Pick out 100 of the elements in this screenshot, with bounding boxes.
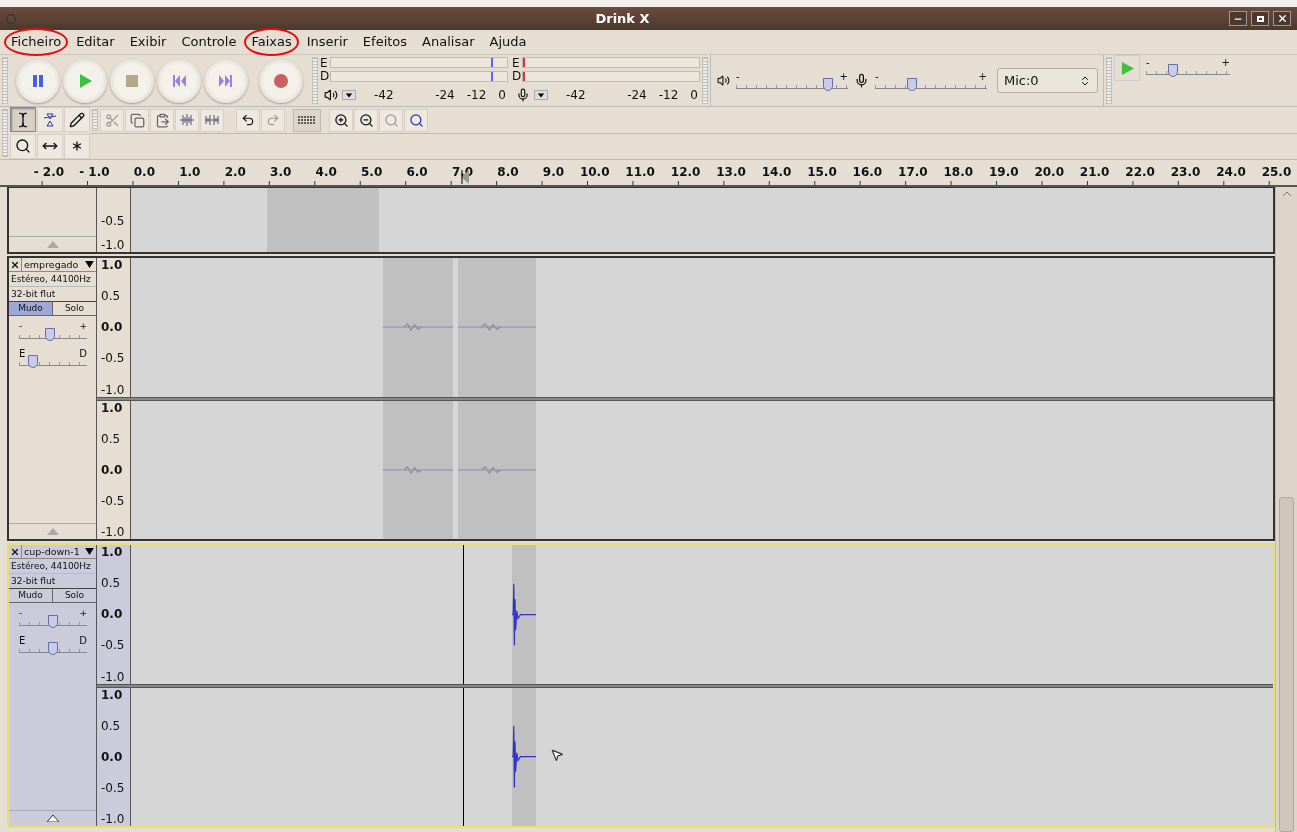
time-label: 20.0 [1034,166,1064,178]
toolbar-grip[interactable] [312,57,318,104]
toolbar-grip[interactable] [2,109,8,157]
skip-to-start-button[interactable] [157,58,201,103]
menu-item[interactable]: Faixas [244,28,299,56]
slider-min-label: - [19,322,23,331]
slider-thumb[interactable] [48,615,58,628]
tool-button[interactable] [37,133,63,159]
maximize-button[interactable] [1251,11,1269,26]
microphone-icon [854,73,869,88]
audio-clip[interactable] [267,188,379,252]
toolbar-grip[interactable] [1106,57,1112,104]
mute-button[interactable]: Mudo [9,589,53,603]
minimize-button[interactable] [1229,11,1247,26]
tool-button[interactable] [64,133,90,159]
track-name-menu[interactable]: empregado [22,258,96,271]
toolbar-grip[interactable] [92,109,98,131]
undo-button[interactable] [236,108,260,132]
play-icon [77,72,93,89]
slider-max-label: D [79,349,87,358]
menu-item[interactable]: Editar [69,28,122,56]
menu-item[interactable]: Efeitos [355,28,415,56]
slider-track[interactable] [875,81,987,89]
time-label: 17.0 [898,166,928,178]
slider-thumb[interactable] [1167,64,1178,77]
time-label: 12.0 [670,166,701,178]
slider-max-label: + [79,609,87,618]
edit-tool-button[interactable] [200,108,224,132]
menu-item[interactable]: Analisar [415,28,482,56]
slider-min-label: - [1146,58,1150,67]
toolbar-grip[interactable] [2,57,8,104]
dropdown-arrow-icon [342,90,356,101]
skip-to-end-button[interactable] [204,58,248,103]
play-at-speed-button[interactable] [1114,55,1140,81]
time-label: 1.0 [179,166,201,178]
close-button[interactable] [1273,11,1291,26]
menu-item[interactable]: Exibir [122,28,174,56]
scrollbar-thumb[interactable] [1279,497,1294,832]
amplitude-label: 0.0 [101,750,124,763]
input-device-select[interactable]: Mic:0 [997,68,1098,93]
track-format: Estéreo, 44100Hz [9,272,96,287]
slider-thumb[interactable] [822,78,833,91]
maximize-icon [1256,15,1264,22]
audio-clip[interactable] [383,400,453,539]
menu-item[interactable]: Ajuda [482,28,534,56]
magnifier-icon [408,112,424,128]
mute-button[interactable]: Mudo [9,302,53,316]
menu-item[interactable]: Ficheiro [4,28,69,56]
stop-button[interactable] [110,58,154,103]
solo-button[interactable]: Solo [53,589,96,603]
amplitude-label: -1.0 [101,813,126,825]
play-icon [1119,60,1135,76]
window-menu-icon[interactable] [6,13,16,24]
amplitude-label: 1.0 [101,259,124,271]
slider-track[interactable] [1146,67,1230,75]
track-name-menu[interactable]: cup-down-1 [22,545,96,558]
meter-channel-label: D [512,70,522,83]
audio-clip[interactable] [512,687,536,826]
close-track-button[interactable] [9,258,22,271]
tool-button[interactable] [10,107,36,132]
solo-button[interactable]: Solo [53,302,96,316]
close-track-button[interactable] [9,545,22,558]
skip-forward-icon [218,72,234,89]
toolbar-grip[interactable] [702,57,708,104]
slider-thumb[interactable] [27,355,38,368]
amplitude-label: 1.0 [101,401,124,414]
menu-item[interactable]: Inserir [299,28,355,56]
record-button[interactable] [259,58,303,103]
audio-clip[interactable] [383,258,453,397]
meter-scale-label: 0 [498,89,506,102]
zoom-out-button[interactable] [354,108,378,132]
pause-button[interactable] [16,58,60,103]
menu-item[interactable]: Controle [174,28,244,56]
fit-project-button[interactable] [404,108,428,132]
slider-min-label: E [19,636,26,645]
meter-scale-label: -42 [566,89,586,102]
tool-button[interactable] [10,133,36,159]
tool-button[interactable] [64,107,90,132]
edit-tool-button[interactable] [150,108,174,132]
scissors-icon [104,112,120,128]
audio-clip[interactable] [458,258,536,397]
audio-clip[interactable] [458,400,536,539]
edit-tool-button[interactable] [100,108,124,132]
slider-max-label: + [978,72,987,81]
slider-thumb[interactable] [48,642,58,655]
time-label: 25.0 [1261,166,1292,178]
vertical-scrollbar[interactable] [1275,187,1297,832]
magnifier-icon [15,138,31,154]
slider-track[interactable] [736,81,848,89]
slider-thumb[interactable] [44,328,55,341]
magnifier-icon [383,112,399,128]
slider-min-label: E [19,349,26,358]
copy-icon [129,112,145,128]
time-label: 18.0 [943,166,974,178]
sync-lock-button[interactable] [293,108,321,132]
edit-tool-button[interactable] [175,108,199,132]
zoom-in-button[interactable] [329,108,353,132]
audio-clip[interactable] [512,545,536,684]
edit-tool-button[interactable] [125,108,149,132]
slider-thumb[interactable] [906,78,917,91]
